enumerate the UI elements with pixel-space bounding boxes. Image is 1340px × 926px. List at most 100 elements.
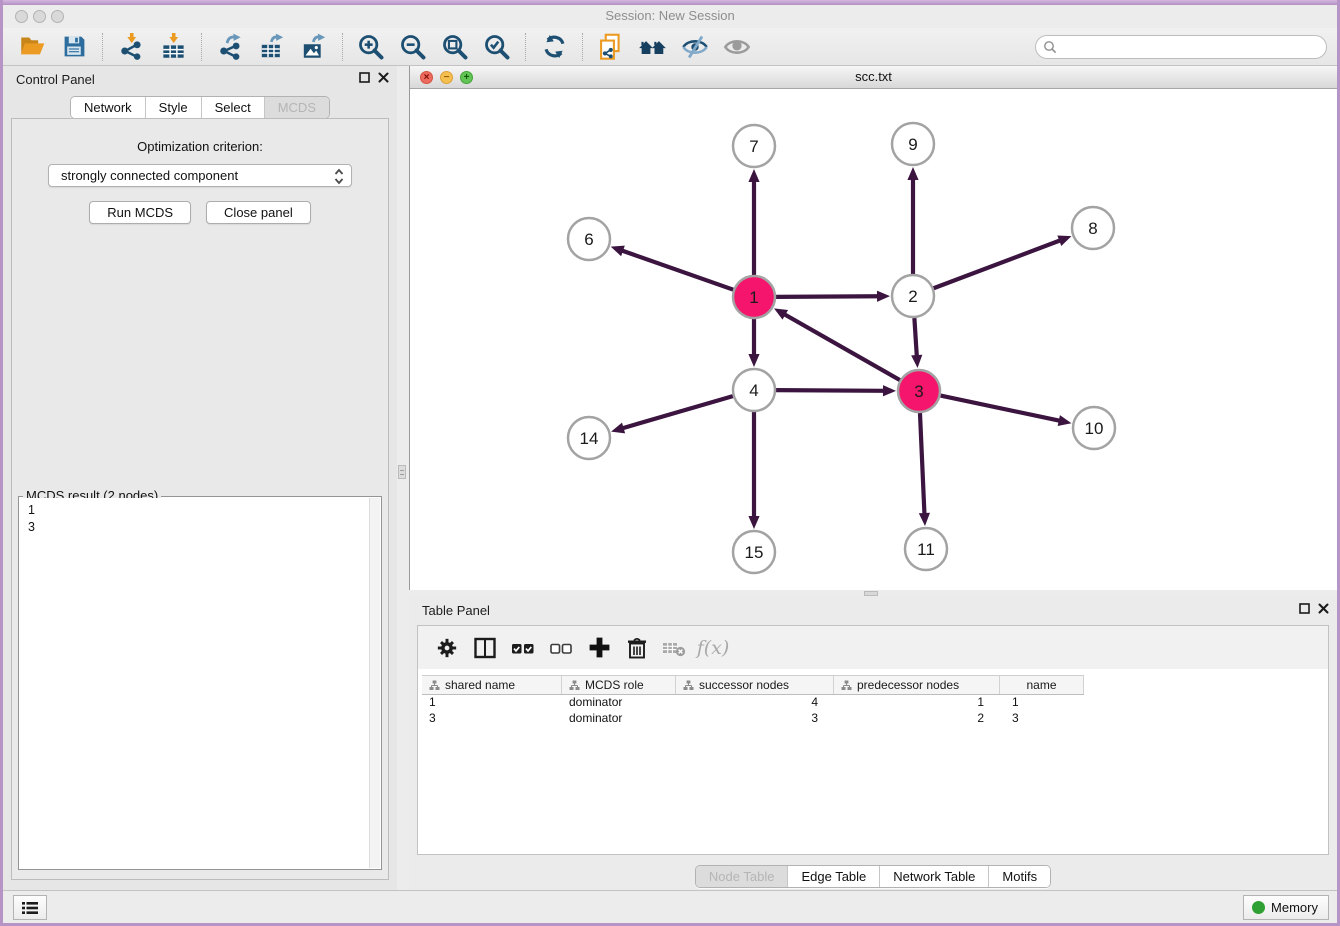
tab-edge-table[interactable]: Edge Table xyxy=(788,866,880,887)
cell-name[interactable]: 1 xyxy=(1000,695,1084,711)
graph-node-label: 2 xyxy=(908,287,917,306)
import-table-icon[interactable] xyxy=(158,32,188,62)
tab-select[interactable]: Select xyxy=(202,97,265,118)
export-table-icon[interactable] xyxy=(257,32,287,62)
zoom-in-icon[interactable] xyxy=(356,32,386,62)
run-mcds-button[interactable]: Run MCDS xyxy=(89,201,191,224)
task-history-button[interactable] xyxy=(13,895,47,920)
column-header-predecessor-nodes[interactable]: predecessor nodes xyxy=(834,676,1000,694)
hide-selected-icon[interactable] xyxy=(680,32,710,62)
criterion-select[interactable]: strongly connected component xyxy=(48,164,352,187)
graph-edge-1-6[interactable] xyxy=(621,250,733,289)
tab-node-table[interactable]: Node Table xyxy=(696,866,789,887)
status-bar: Memory xyxy=(3,890,1337,923)
tab-style[interactable]: Style xyxy=(146,97,202,118)
graph-edge-3-11[interactable] xyxy=(920,413,925,515)
table-row[interactable]: 3 dominator 3 2 3 xyxy=(422,711,1328,727)
graph-edge-arrowhead xyxy=(877,291,890,302)
table-panel: Table Panel xyxy=(409,597,1337,890)
tab-network-table[interactable]: Network Table xyxy=(880,866,989,887)
graph-node-label: 8 xyxy=(1088,219,1097,238)
delete-column-icon[interactable] xyxy=(622,633,652,663)
delete-table-icon[interactable] xyxy=(660,633,690,663)
export-image-icon[interactable] xyxy=(299,32,329,62)
control-panel: Control Panel Network Style Select MCDS … xyxy=(3,66,397,890)
export-network-icon[interactable] xyxy=(215,32,245,62)
zoom-out-icon[interactable] xyxy=(398,32,428,62)
horizontal-split-divider[interactable] xyxy=(409,590,1337,597)
float-panel-icon[interactable] xyxy=(1299,603,1310,614)
divider-grip[interactable] xyxy=(398,465,406,479)
cell-successor-nodes[interactable]: 4 xyxy=(676,695,834,711)
mcds-result-group: MCDS result (2 nodes) 1 3 xyxy=(18,496,382,870)
toolbar-separator xyxy=(342,33,343,61)
graph-node-label: 15 xyxy=(745,543,764,562)
deselect-rows-icon[interactable] xyxy=(546,633,576,663)
memory-button[interactable]: Memory xyxy=(1243,895,1329,920)
cell-predecessor-nodes[interactable]: 2 xyxy=(834,711,1000,727)
graph-edge-4-3[interactable] xyxy=(776,390,885,391)
float-panel-icon[interactable] xyxy=(359,72,370,83)
cell-mcds-role[interactable]: dominator xyxy=(562,711,676,727)
column-layout-icon[interactable] xyxy=(470,633,500,663)
graph-edge-arrowhead xyxy=(748,354,759,367)
graph-edge-arrowhead xyxy=(748,169,759,182)
search-input[interactable] xyxy=(1035,35,1327,59)
refresh-icon[interactable] xyxy=(539,32,569,62)
tab-motifs[interactable]: Motifs xyxy=(989,866,1050,887)
column-header-shared-name[interactable]: shared name xyxy=(422,676,562,694)
add-column-icon[interactable] xyxy=(584,633,614,663)
graph-edge-2-3[interactable] xyxy=(914,318,916,357)
table-toolbar: f(x) xyxy=(418,626,1328,669)
network-canvas[interactable]: 1234678910111415 xyxy=(410,89,1337,590)
gear-icon[interactable] xyxy=(432,633,462,663)
graph-edge-2-8[interactable] xyxy=(934,240,1062,288)
first-neighbors-icon[interactable] xyxy=(638,32,668,62)
network-window-title: scc.txt xyxy=(410,69,1337,84)
close-panel-icon[interactable] xyxy=(1318,603,1329,614)
show-all-icon[interactable] xyxy=(722,32,752,62)
column-header-mcds-role[interactable]: MCDS role xyxy=(562,676,676,694)
graph-edge-1-2[interactable] xyxy=(776,296,879,297)
network-view-window: × − + scc.txt 1234678910111415 xyxy=(409,66,1337,590)
zoom-fit-icon[interactable] xyxy=(440,32,470,62)
zoom-selected-icon[interactable] xyxy=(482,32,512,62)
toolbar-separator xyxy=(525,33,526,61)
table-panel-title: Table Panel xyxy=(422,603,490,618)
panel-split-divider[interactable] xyxy=(397,66,409,890)
close-panel-button[interactable]: Close panel xyxy=(206,201,311,224)
column-tree-icon xyxy=(841,680,852,691)
toolbar-separator xyxy=(102,33,103,61)
cell-predecessor-nodes[interactable]: 1 xyxy=(834,695,1000,711)
search-icon xyxy=(1043,40,1057,54)
select-all-rows-icon[interactable] xyxy=(508,633,538,663)
save-session-icon[interactable] xyxy=(59,32,89,62)
window-title: Session: New Session xyxy=(3,8,1337,23)
table-header-row: shared name MCDS role successor nodes pr… xyxy=(422,675,1084,695)
optimization-criterion-label: Optimization criterion: xyxy=(12,139,388,154)
mcds-tab-content: Optimization criterion: strongly connect… xyxy=(11,118,389,880)
mcds-result-scrollbar[interactable] xyxy=(369,498,380,868)
column-header-name[interactable]: name xyxy=(1000,676,1084,694)
cell-shared-name[interactable]: 1 xyxy=(422,695,562,711)
column-header-successor-nodes[interactable]: successor nodes xyxy=(676,676,834,694)
graph-edge-arrowhead xyxy=(611,246,625,257)
graph-edge-3-1[interactable] xyxy=(784,314,900,380)
open-session-icon[interactable] xyxy=(17,32,47,62)
graph-node-label: 11 xyxy=(917,540,935,559)
mcds-result-text[interactable]: 1 3 xyxy=(20,498,369,868)
cell-shared-name[interactable]: 3 xyxy=(422,711,562,727)
network-from-selection-icon[interactable] xyxy=(596,32,626,62)
table-row[interactable]: 1 dominator 4 1 1 xyxy=(422,695,1328,711)
cell-name[interactable]: 3 xyxy=(1000,711,1084,727)
cell-mcds-role[interactable]: dominator xyxy=(562,695,676,711)
tab-mcds[interactable]: MCDS xyxy=(265,97,329,118)
close-panel-icon[interactable] xyxy=(378,72,389,83)
graph-edge-3-10[interactable] xyxy=(941,396,1061,421)
cell-successor-nodes[interactable]: 3 xyxy=(676,711,834,727)
memory-label: Memory xyxy=(1271,900,1318,915)
tab-network[interactable]: Network xyxy=(71,97,146,118)
divider-grip[interactable] xyxy=(864,591,878,596)
graph-edge-4-14[interactable] xyxy=(622,396,733,428)
import-network-icon[interactable] xyxy=(116,32,146,62)
